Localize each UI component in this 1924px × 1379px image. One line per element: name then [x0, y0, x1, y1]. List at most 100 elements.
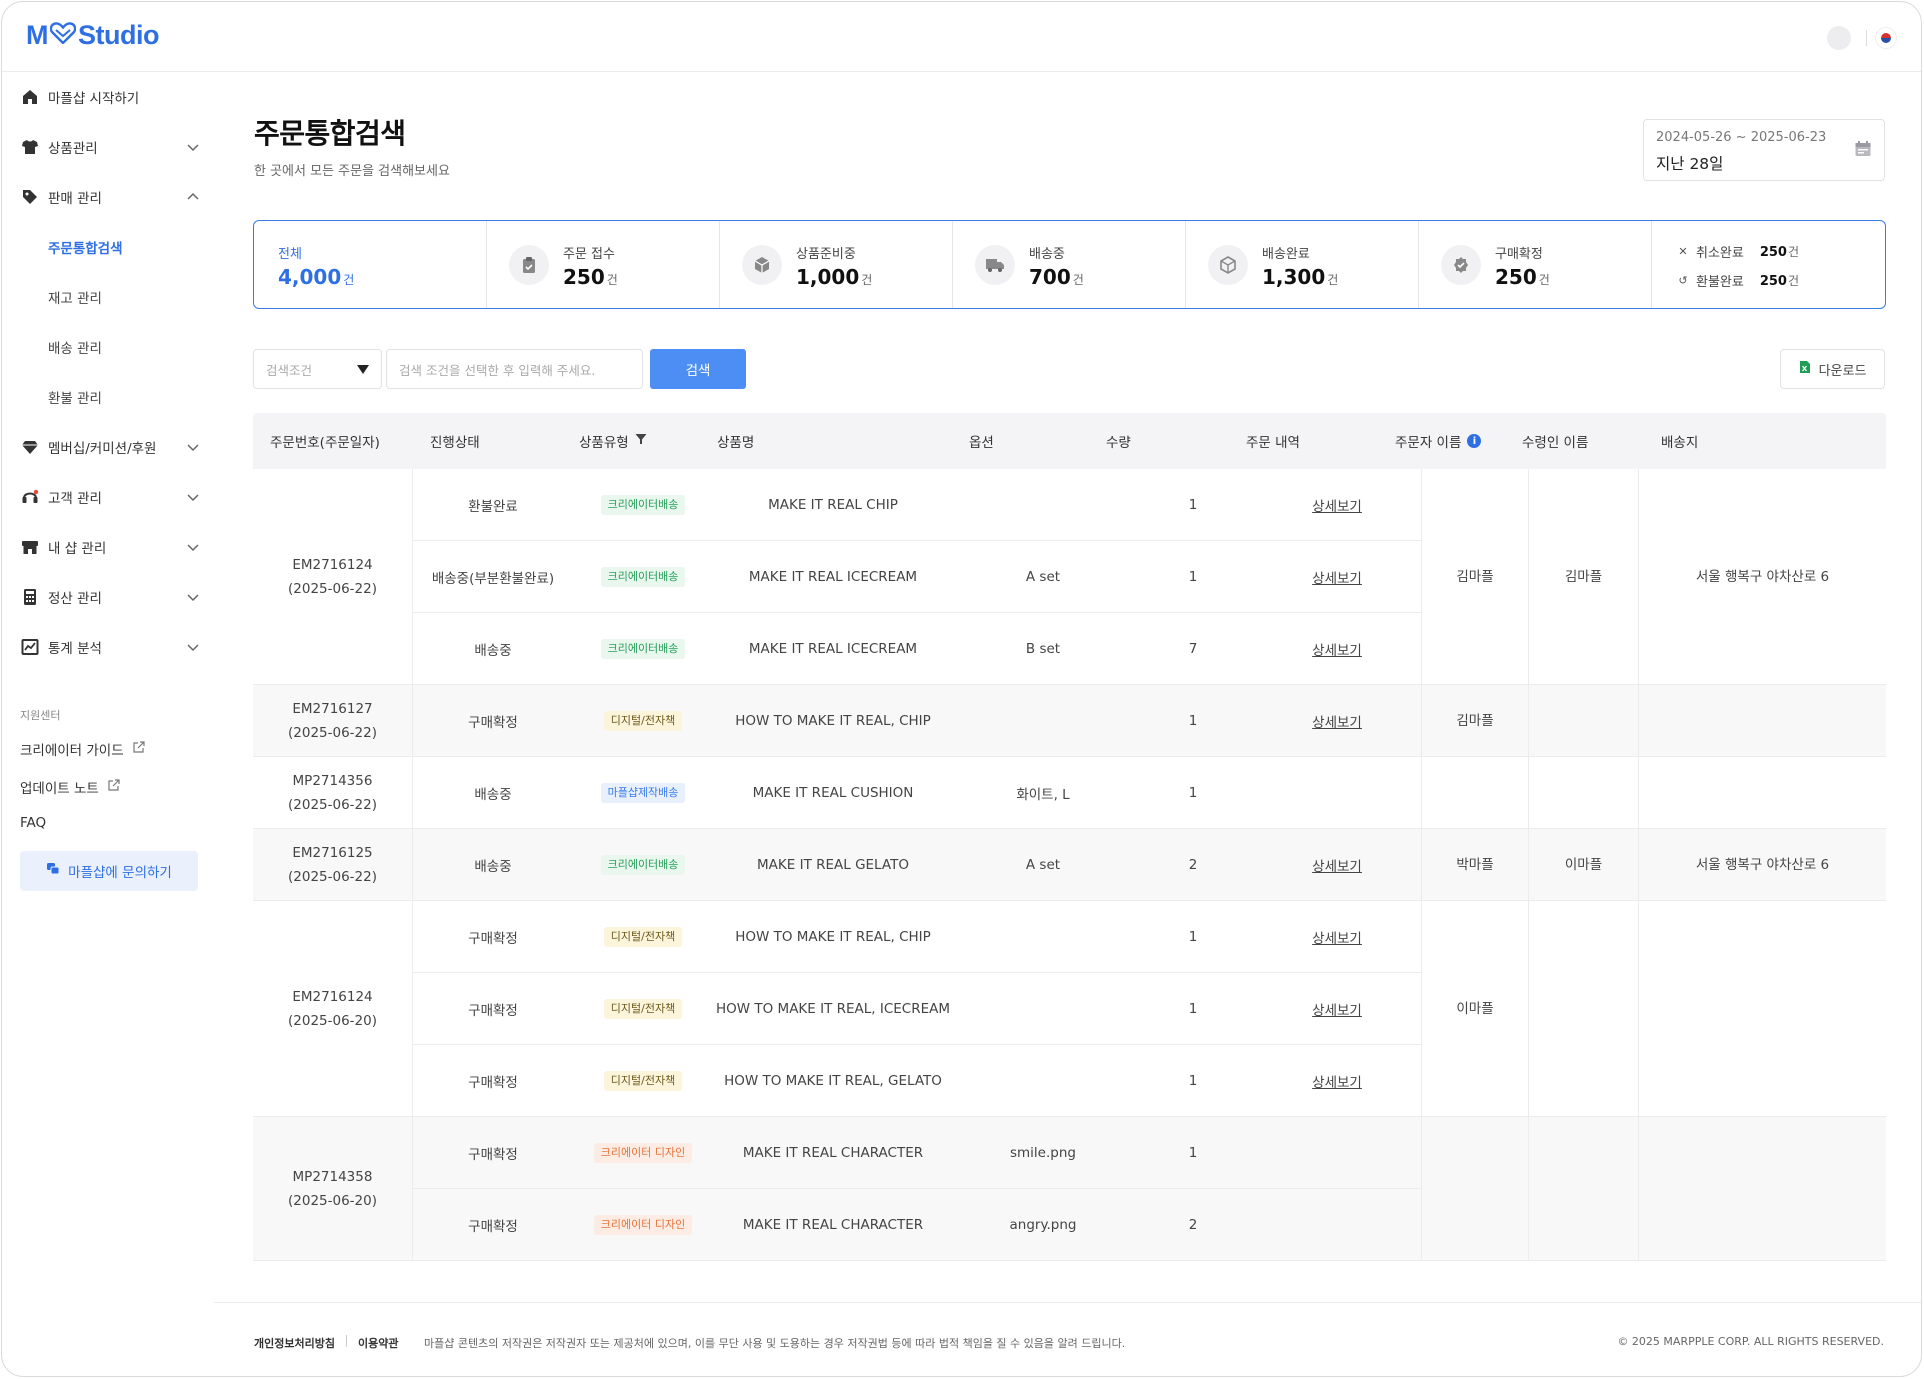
order-date: (2025-06-22) — [288, 580, 377, 597]
sidebar-sub-inventory[interactable]: 재고 관리 — [48, 285, 102, 309]
product-type-cell: 크리에이터 디자인 — [573, 1189, 713, 1261]
date-range-text: 2024-05-26 ~ 2025-06-23 — [1656, 130, 1827, 145]
profile-avatar[interactable] — [1827, 26, 1851, 50]
option-text: angry.png — [1009, 1217, 1077, 1233]
update-notes-link[interactable]: 업데이트 노트 — [20, 777, 120, 797]
address-cell — [1639, 757, 1886, 828]
stat-unit: 건 — [1327, 273, 1339, 287]
stat-refunded[interactable]: ↺ 환불완료 250건 — [1676, 271, 1799, 290]
order-number: MP2714356 — [292, 772, 373, 789]
clipboard-check-icon — [509, 245, 549, 285]
order-number-cell: MP2714358 (2025-06-20) — [253, 1117, 413, 1260]
table-row[interactable]: 배송중(부분환불완료) 크리에이터배송 MAKE IT REAL ICECREAM A… — [413, 541, 1421, 613]
stat-delivered[interactable]: 배송완료 1,300 건 — [1186, 221, 1419, 308]
search-button[interactable]: 검색 — [650, 349, 746, 389]
product-name-cell: MAKE IT REAL GELATO — [713, 829, 953, 901]
stat-mini-label: 환불완료 — [1696, 275, 1744, 290]
option-cell — [953, 973, 1133, 1045]
option-text: A set — [1025, 569, 1061, 585]
order-number: EM2716124 — [292, 988, 373, 1005]
terms-link[interactable]: 이용약관 — [358, 1335, 398, 1351]
status-cell: 구매확정 — [413, 901, 573, 973]
order-date: (2025-06-20) — [288, 1012, 377, 1029]
table-row[interactable]: 배송중 마플샵제작배송 MAKE IT REAL CUSHION 화이트, L 1 — [413, 757, 1421, 829]
col-product-type[interactable]: 상품유형 — [579, 413, 647, 469]
option-cell: smile.png — [953, 1117, 1133, 1189]
table-row[interactable]: 구매확정 디지털/전자책 HOW TO MAKE IT REAL, ICECREAM… — [413, 973, 1421, 1045]
quantity-text: 2 — [1188, 1217, 1198, 1233]
sidebar-item-label: 고객 관리 — [48, 491, 102, 507]
sidebar-item-start[interactable]: 마플샵 시작하기 — [20, 82, 200, 112]
sidebar-sub-refund[interactable]: 환불 관리 — [48, 385, 102, 409]
view-detail-link[interactable]: 상세보기 — [1312, 711, 1362, 731]
sidebar-item-my-shop[interactable]: 내 샵 관리 — [20, 532, 200, 562]
table-row[interactable]: 배송중 크리에이터배송 MAKE IT REAL GELATO A set 2 상세보기 — [413, 829, 1421, 901]
table-row[interactable]: 구매확정 디지털/전자책 HOW TO MAKE IT REAL, CHIP 1 상세보… — [413, 685, 1421, 757]
sidebar-item-products[interactable]: 상품관리 — [20, 132, 200, 162]
view-detail-link[interactable]: 상세보기 — [1312, 639, 1362, 659]
view-detail-link[interactable]: 상세보기 — [1312, 855, 1362, 875]
status-cell: 환불완료 — [413, 469, 573, 541]
order-number-text: EM2716124 (2025-06-22) — [288, 553, 377, 601]
info-icon[interactable]: i — [1467, 434, 1482, 448]
sidebar-item-statistics[interactable]: 통계 분석 — [20, 632, 200, 662]
stat-all[interactable]: 전체 4,000 건 — [254, 221, 487, 308]
privacy-policy-link[interactable]: 개인정보처리방침 — [254, 1335, 335, 1351]
table-row[interactable]: 구매확정 크리에이터 디자인 MAKE IT REAL CHARACTER smile… — [413, 1117, 1421, 1189]
sidebar-item-label: 내 샵 관리 — [48, 541, 107, 557]
stat-label: 구매확정 — [1495, 247, 1543, 262]
product-name-cell: MAKE IT REAL ICECREAM — [713, 613, 953, 685]
sidebar-item-customers[interactable]: 고객 관리 — [20, 482, 200, 512]
view-detail-link[interactable]: 상세보기 — [1312, 1071, 1362, 1091]
language-flag-icon[interactable] — [1875, 27, 1897, 49]
table-row[interactable]: 구매확정 크리에이터 디자인 MAKE IT REAL CHARACTER angry… — [413, 1189, 1421, 1261]
logo[interactable]: M Studio — [26, 20, 159, 51]
table-row[interactable]: 구매확정 디지털/전자책 HOW TO MAKE IT REAL, GELATO 1 상… — [413, 1045, 1421, 1117]
col-receiver: 수령인 이름 — [1522, 435, 1589, 451]
stat-number: 4,000 — [278, 265, 342, 289]
stat-number: 1,000 — [796, 265, 860, 289]
order-group: EM2716125 (2025-06-22) 배송중 크리에이터배송 MAKE IT R… — [253, 829, 1886, 901]
table-row[interactable]: 배송중 크리에이터배송 MAKE IT REAL ICECREAM B set 7 상세보… — [413, 613, 1421, 685]
sidebar-item-settlement[interactable]: 정산 관리 — [20, 582, 200, 612]
calculator-icon — [20, 587, 40, 607]
sidebar-item-membership[interactable]: 멤버십/커미션/후원 — [20, 432, 200, 462]
box-icon — [742, 245, 782, 285]
status-cell: 배송중 — [413, 829, 573, 901]
view-detail-link[interactable]: 상세보기 — [1312, 567, 1362, 587]
sidebar-sub-shipping[interactable]: 배송 관리 — [48, 335, 102, 359]
order-group: EM2716127 (2025-06-22) 구매확정 디지털/전자책 HOW TO M… — [253, 685, 1886, 757]
product-type-badge: 디지털/전자책 — [603, 927, 683, 947]
order-detail-cell: 상세보기 — [1253, 469, 1421, 541]
quantity-text: 1 — [1188, 1145, 1198, 1161]
download-button[interactable]: 다운로드 — [1780, 349, 1885, 389]
option-cell — [953, 901, 1133, 973]
filter-icon[interactable] — [635, 433, 647, 449]
inquiry-button[interactable]: 마플샵에 문의하기 — [20, 851, 198, 891]
table-row[interactable]: 구매확정 디지털/전자책 HOW TO MAKE IT REAL, CHIP 1 상세보… — [413, 901, 1421, 973]
search-input[interactable]: 검색 조건을 선택한 후 입력해 주세요. — [386, 349, 643, 389]
stat-order-received[interactable]: 주문 접수 250 건 — [487, 221, 720, 308]
status-text: 구매확정 — [468, 931, 518, 947]
view-detail-link[interactable]: 상세보기 — [1312, 495, 1362, 515]
stat-label: 배송완료 — [1262, 247, 1310, 262]
view-detail-link[interactable]: 상세보기 — [1312, 927, 1362, 947]
search-condition-select[interactable]: 검색조건 — [253, 349, 382, 389]
table-row[interactable]: 환불완료 크리에이터배송 MAKE IT REAL CHIP 1 상세보기 — [413, 469, 1421, 541]
product-name: MAKE IT REAL CHIP — [768, 497, 898, 513]
faq-link[interactable]: FAQ — [20, 815, 46, 831]
option-text: smile.png — [1010, 1145, 1076, 1161]
stat-shipping[interactable]: 배송중 700 건 — [953, 221, 1186, 308]
stat-preparing[interactable]: 상품준비중 1,000 건 — [720, 221, 953, 308]
status-text: 구매확정 — [468, 1147, 518, 1163]
date-range-picker[interactable]: 2024-05-26 ~ 2025-06-23 지난 28일 — [1643, 119, 1885, 181]
status-cell: 구매확정 — [413, 973, 573, 1045]
view-detail-link[interactable]: 상세보기 — [1312, 999, 1362, 1019]
sidebar-item-sales[interactable]: 판매 관리 — [20, 182, 200, 212]
stat-cancelled[interactable]: ✕ 취소완료 250건 — [1676, 242, 1799, 261]
stat-confirmed[interactable]: 구매확정 250 건 — [1419, 221, 1652, 308]
sidebar-sub-order-search[interactable]: 주문통합검색 — [48, 235, 123, 259]
creator-guide-link[interactable]: 크리에이터 가이드 — [20, 739, 145, 759]
shirt-icon — [20, 137, 40, 157]
search-condition-value: 검색조건 — [266, 362, 313, 378]
